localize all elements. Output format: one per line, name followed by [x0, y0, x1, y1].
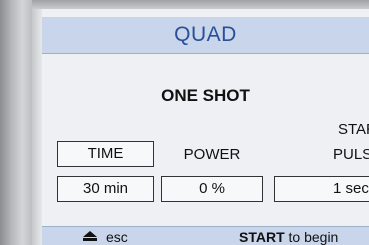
start-hint-key: START: [239, 229, 285, 245]
page-title: QUAD: [174, 23, 237, 46]
start-hint-text: to begin: [284, 229, 339, 245]
esc-label[interactable]: esc: [106, 229, 128, 245]
power-value: 0 %: [199, 180, 225, 197]
footer-bar: esc START to begin: [42, 226, 369, 245]
up-arrow-icon[interactable]: [83, 231, 97, 241]
power-label: POWER: [183, 146, 241, 163]
time-value-field[interactable]: 30 min: [57, 176, 154, 202]
time-value: 30 min: [82, 180, 129, 197]
start-pulse-label-bottom: PULSE: [333, 146, 369, 163]
device-bezel-top: [32, 0, 369, 9]
start-hint: START to begin: [239, 229, 338, 245]
start-pulse-label-top: START: [338, 121, 369, 138]
start-pulse-value: 1 sec: [333, 180, 369, 197]
device-bezel-inner: [32, 9, 42, 245]
display-screen: QUAD ONE SHOT START TIME POWER PULSE 30 …: [42, 9, 369, 245]
start-pulse-value-field[interactable]: 1 sec: [274, 176, 369, 202]
title-bar: QUAD: [42, 17, 369, 54]
mode-label: ONE SHOT: [161, 86, 250, 105]
time-label-box[interactable]: TIME: [57, 141, 154, 167]
time-label: TIME: [87, 145, 124, 162]
power-value-field[interactable]: 0 %: [161, 176, 263, 202]
device-bezel: [0, 0, 32, 245]
